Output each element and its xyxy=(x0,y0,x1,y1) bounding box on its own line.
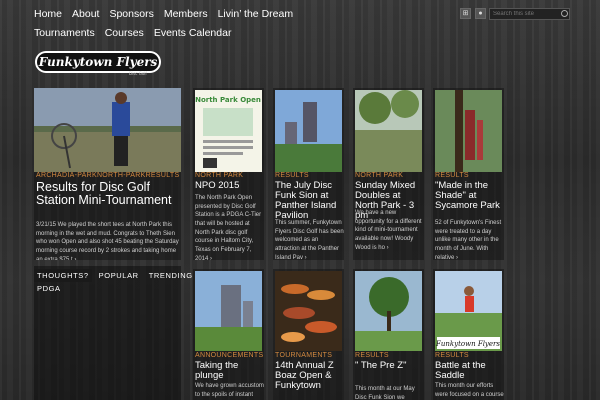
post-image xyxy=(355,271,422,351)
post-category[interactable]: TOURNAMENTS xyxy=(275,352,332,359)
menu-item-tournaments[interactable]: Tournaments xyxy=(34,27,95,39)
post-card[interactable]: ANNOUNCEMENTS Taking the plunge We have … xyxy=(193,269,264,400)
post-card[interactable]: TOURNAMENTS 14th Annual Z Boaz Open & Fu… xyxy=(273,269,344,400)
post-image xyxy=(275,271,342,351)
post-card[interactable]: RESULTS "Made in the Shade" at Sycamore … xyxy=(433,88,504,260)
post-title[interactable]: Taking the plunge xyxy=(195,361,264,381)
tab-thoughts[interactable]: THOUGHTS? xyxy=(34,269,92,282)
featured-post[interactable]: ARCHADIA-PARKNORTH-PARKRESULTS Results f… xyxy=(34,88,181,260)
post-title[interactable]: 14th Annual Z Boaz Open & Funkytown xyxy=(275,361,344,391)
tab-pdga[interactable]: PDGA xyxy=(37,284,61,293)
tab-bar: THOUGHTS? POPULAR TRENDING xyxy=(34,269,196,282)
post-category[interactable]: RESULTS xyxy=(435,352,469,359)
post-card[interactable]: RESULTS " The Pre Z" This month at our M… xyxy=(353,269,424,400)
menu-item-events-calendar[interactable]: Events Calendar xyxy=(154,27,232,39)
post-title[interactable]: Battle at the Saddle xyxy=(435,361,504,381)
post-excerpt: 3/21/15 We played the short tees at Nort… xyxy=(36,222,179,260)
post-excerpt: This summer, Funkytown Flyers Disc Golf … xyxy=(275,220,344,260)
post-category[interactable]: ANNOUNCEMENTS xyxy=(195,352,263,359)
post-title[interactable]: Results for Disc Golf Station Mini-Tourn… xyxy=(36,180,181,207)
flickr-icon[interactable]: ● xyxy=(475,8,486,19)
post-image xyxy=(435,90,502,172)
post-excerpt: This month at our May Disc Funk Sion we xyxy=(355,386,415,400)
post-excerpt: We have a new opportunity for a differen… xyxy=(355,210,422,251)
post-title[interactable]: "Made in the Shade" at Sycamore Park xyxy=(435,181,504,211)
post-category[interactable]: NORTH PARK xyxy=(195,172,243,179)
menu-item-members[interactable]: Members xyxy=(164,8,208,20)
post-image: North Park Open xyxy=(195,90,262,172)
menu-item-about[interactable]: About xyxy=(72,8,99,20)
menu-item-courses[interactable]: Courses xyxy=(105,27,144,39)
post-title[interactable]: The July Disc Funk Sion at Panther Islan… xyxy=(275,181,344,221)
post-category[interactable]: RESULTS xyxy=(275,172,309,179)
post-excerpt: The North Park Open presented by Disc Go… xyxy=(195,195,262,260)
tab-popular[interactable]: POPULAR xyxy=(96,269,142,282)
search-icon[interactable] xyxy=(561,10,568,17)
image-logo-text: Funkytown Flyers xyxy=(435,340,500,348)
tab-trending[interactable]: TRENDING xyxy=(146,269,196,282)
post-category[interactable]: NORTH PARK xyxy=(355,172,403,179)
menu-item-home[interactable]: Home xyxy=(34,8,62,20)
post-card[interactable]: Funkytown Flyers RESULTS Battle at the S… xyxy=(433,269,504,400)
search-input[interactable] xyxy=(489,8,570,20)
post-image xyxy=(355,90,422,172)
post-image xyxy=(275,90,342,172)
post-image xyxy=(195,271,262,351)
post-image: Funkytown Flyers xyxy=(435,271,502,351)
post-title[interactable]: " The Pre Z" xyxy=(355,361,424,371)
post-card[interactable]: North Park Open NORTH PARK NPO 2015 The … xyxy=(193,88,264,260)
logo-tagline: Disc Golf xyxy=(129,71,147,76)
post-category[interactable]: RESULTS xyxy=(355,352,389,359)
logo-text: Funkytown Flyers xyxy=(38,55,158,69)
post-category[interactable]: ARCHADIA-PARKNORTH-PARKRESULTS xyxy=(36,172,179,179)
post-title[interactable]: NPO 2015 xyxy=(195,181,264,191)
featured-image xyxy=(34,88,181,172)
rss-icon[interactable]: ⊞ xyxy=(460,8,471,19)
post-excerpt: This month our efforts were focused on a… xyxy=(435,383,504,398)
post-card[interactable]: RESULTS The July Disc Funk Sion at Panth… xyxy=(273,88,344,260)
social-links: ⊞ ● xyxy=(460,8,486,19)
menu-item-sponsors[interactable]: Sponsors xyxy=(109,8,153,20)
menu-item-livin-the-dream[interactable]: Livin’ the Dream xyxy=(218,8,293,20)
main-menu: Home About Sponsors Members Livin’ the D… xyxy=(34,8,303,20)
npo-poster-title: North Park Open xyxy=(195,96,261,104)
post-category[interactable]: RESULTS xyxy=(435,172,469,179)
main-menu-row2: Tournaments Courses Events Calendar xyxy=(34,27,241,39)
post-excerpt: 52 of Funkytown's Finest were treated to… xyxy=(435,220,502,260)
site-logo[interactable]: Funkytown Flyers Disc Golf xyxy=(34,49,162,76)
post-card[interactable]: NORTH PARK Sunday Mixed Doubles at North… xyxy=(353,88,424,260)
top-navigation: Home About Sponsors Members Livin’ the D… xyxy=(0,0,600,46)
post-excerpt: We have grown accustom to the spoils of … xyxy=(195,383,264,398)
